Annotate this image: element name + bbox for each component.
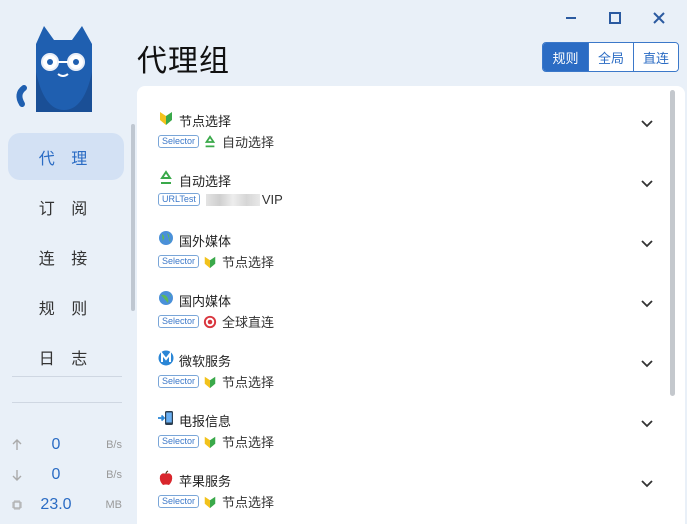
beginner-leaf-icon bbox=[204, 496, 216, 508]
upload-arrow-icon bbox=[12, 439, 22, 450]
group-type-badge: URLTest bbox=[158, 193, 200, 206]
group-current-node: 全球直连 bbox=[222, 315, 275, 330]
group-type-badge: Selector bbox=[158, 495, 200, 508]
group-type-badge: Selector bbox=[158, 315, 200, 328]
chevron-down-icon[interactable] bbox=[641, 480, 653, 488]
redacted-text bbox=[205, 193, 260, 206]
nav-item-subscriptions[interactable]: 订 阅 bbox=[8, 183, 124, 230]
group-current: Selector 节点选择 bbox=[158, 372, 274, 391]
mode-rule-button[interactable]: 规则 bbox=[543, 43, 588, 71]
beginner-leaf-icon bbox=[204, 256, 216, 268]
chevron-down-icon[interactable] bbox=[641, 300, 653, 308]
target-icon bbox=[203, 315, 217, 328]
main-scrollbar[interactable] bbox=[670, 90, 675, 396]
cat-logo-icon bbox=[16, 26, 92, 112]
nav-item-logs[interactable]: 日 志 bbox=[8, 333, 124, 380]
proxy-group-item[interactable]: 电报信息 Selector 节点选择 bbox=[137, 394, 667, 454]
proxy-group-item[interactable]: 节点选择 Selector 自动选择 bbox=[137, 94, 667, 154]
metro-m-icon bbox=[158, 350, 174, 366]
globe-icon bbox=[159, 291, 173, 305]
group-current-node: 节点选择 bbox=[222, 375, 275, 390]
group-name: 电报信息 bbox=[179, 414, 232, 429]
chevron-down-icon[interactable] bbox=[641, 120, 653, 128]
group-current: URLTest VIP bbox=[158, 192, 283, 207]
maximize-icon bbox=[609, 12, 621, 24]
proxy-group-item[interactable]: 微软服务 Selector 节点选择 bbox=[137, 334, 667, 394]
memory-value: 23.0 bbox=[40, 496, 72, 513]
download-unit: B/s bbox=[106, 469, 122, 481]
mode-switch: 规则 全局 直连 bbox=[542, 42, 679, 72]
group-name: 节点选择 bbox=[179, 114, 232, 129]
chevron-down-icon[interactable] bbox=[641, 180, 653, 188]
proxy-group-item[interactable]: 国外媒体 Selector 节点选择 bbox=[137, 214, 667, 274]
phone-arrow-icon bbox=[158, 411, 173, 425]
minimize-icon bbox=[566, 17, 576, 19]
group-current: Selector 节点选择 bbox=[158, 432, 274, 451]
group-current-node: 节点选择 bbox=[222, 495, 275, 510]
group-current-node: 节点选择 bbox=[222, 435, 275, 450]
recycle-icon bbox=[204, 134, 216, 147]
group-name: 苹果服务 bbox=[179, 474, 232, 489]
chevron-down-icon[interactable] bbox=[641, 360, 653, 368]
sidebar-divider bbox=[12, 402, 122, 403]
proxy-group-item[interactable]: 自动选择 URLTest VIP bbox=[137, 154, 667, 214]
memory-chip-icon bbox=[12, 500, 22, 510]
maximize-button[interactable] bbox=[595, 6, 635, 30]
group-name: 国内媒体 bbox=[179, 294, 232, 309]
mode-global-button[interactable]: 全局 bbox=[588, 43, 633, 71]
sidebar-divider bbox=[12, 376, 122, 377]
upload-speed: 0 B/s bbox=[8, 434, 126, 456]
proxy-group-item[interactable]: 苹果服务 Selector 节点选择 bbox=[137, 454, 667, 514]
close-icon bbox=[653, 12, 665, 24]
mode-direct-button[interactable]: 直连 bbox=[633, 43, 678, 71]
globe-icon bbox=[159, 231, 173, 245]
chevron-down-icon[interactable] bbox=[641, 420, 653, 428]
sidebar-scrollbar[interactable] bbox=[131, 124, 135, 311]
group-current: Selector 自动选择 bbox=[158, 132, 274, 151]
group-current: Selector 节点选择 bbox=[158, 252, 274, 271]
nav-item-connections[interactable]: 连 接 bbox=[8, 233, 124, 280]
memory-usage: 23.0 MB bbox=[8, 494, 126, 516]
group-type-badge: Selector bbox=[158, 135, 200, 148]
close-button[interactable] bbox=[639, 6, 679, 30]
proxy-group-list: 节点选择 Selector 自动选择 自动选择 URLTest VIP 国外媒体… bbox=[137, 86, 685, 524]
upload-unit: B/s bbox=[106, 439, 122, 451]
group-name: 微软服务 bbox=[179, 354, 232, 369]
nav-item-rules[interactable]: 规 则 bbox=[8, 283, 124, 330]
group-type-badge: Selector bbox=[158, 375, 200, 388]
beginner-leaf-icon bbox=[204, 376, 216, 388]
group-type-badge: Selector bbox=[158, 435, 200, 448]
group-name: 自动选择 bbox=[179, 174, 232, 189]
download-speed: 0 B/s bbox=[8, 464, 126, 486]
group-current-node: 节点选择 bbox=[222, 255, 275, 270]
beginner-leaf-icon bbox=[204, 436, 216, 448]
apple-icon bbox=[159, 470, 173, 485]
sidebar-nav: 代 理 订 阅 连 接 规 则 日 志 bbox=[8, 133, 124, 383]
upload-value: 0 bbox=[51, 436, 61, 453]
minimize-button[interactable] bbox=[551, 6, 591, 30]
beginner-leaf-icon bbox=[160, 112, 172, 125]
recycle-icon bbox=[160, 170, 172, 184]
sidebar: 代 理 订 阅 连 接 规 则 日 志 0 B/s 0 B/s 23.0 MB bbox=[0, 0, 130, 524]
download-arrow-icon bbox=[12, 470, 22, 481]
group-type-badge: Selector bbox=[158, 255, 200, 268]
memory-unit: MB bbox=[105, 499, 123, 511]
chevron-down-icon[interactable] bbox=[641, 240, 653, 248]
group-current: Selector 节点选择 bbox=[158, 492, 274, 511]
group-current-node: VIP bbox=[261, 192, 283, 207]
nav-item-proxies[interactable]: 代 理 bbox=[8, 133, 124, 180]
group-name: 国外媒体 bbox=[179, 234, 232, 249]
download-value: 0 bbox=[51, 466, 61, 483]
proxy-group-item[interactable]: 国内媒体 Selector 全球直连 bbox=[137, 274, 667, 334]
window-controls bbox=[551, 6, 679, 30]
group-current-node: 自动选择 bbox=[222, 135, 275, 150]
page-title: 代理组 bbox=[137, 45, 230, 78]
group-current: Selector 全球直连 bbox=[158, 312, 274, 331]
